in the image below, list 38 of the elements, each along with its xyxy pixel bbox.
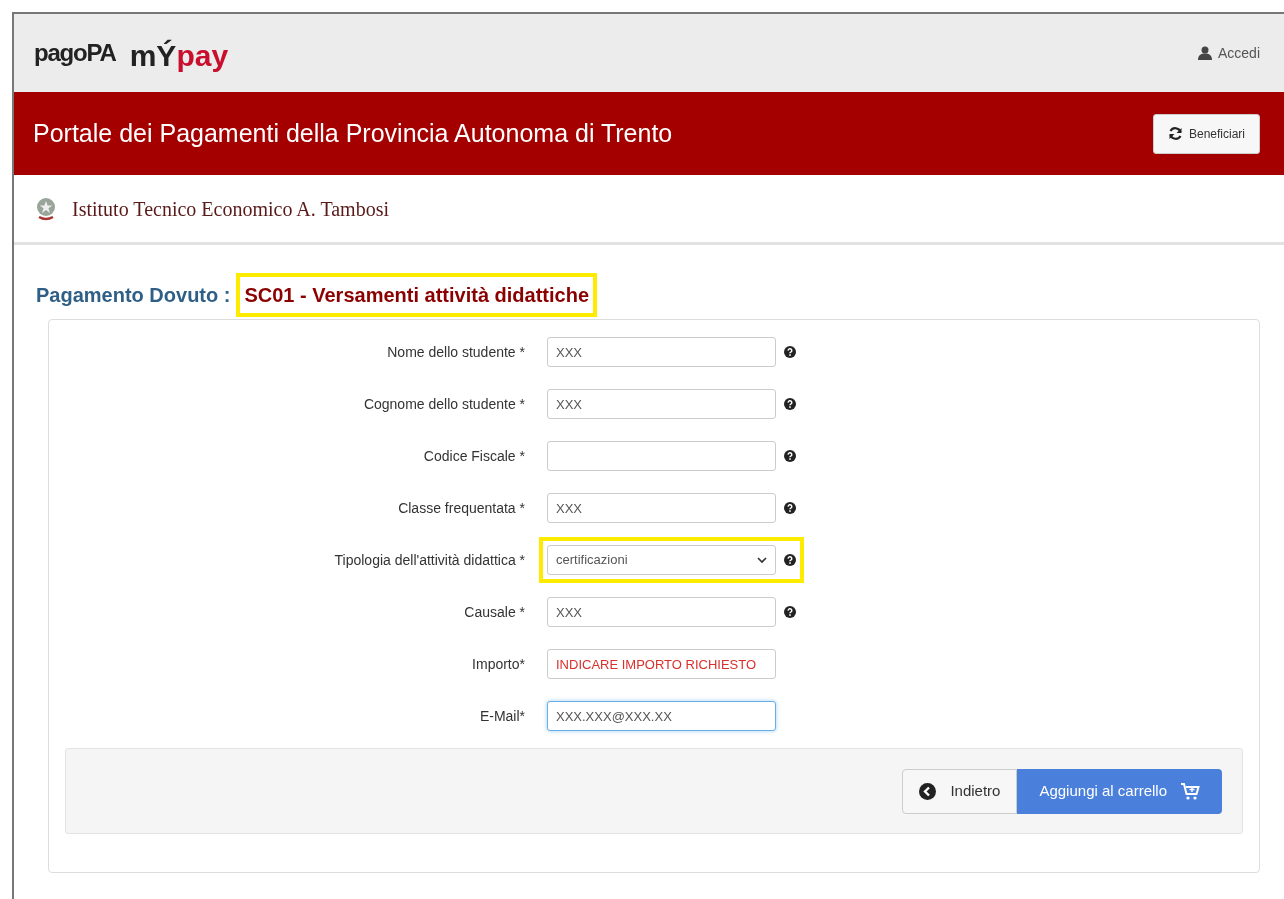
back-button[interactable]: Indietro — [902, 768, 1018, 814]
dropdown-field[interactable]: certificazioni — [547, 545, 776, 575]
field-label: E-Mail* — [478, 706, 526, 726]
refresh-icon — [1167, 127, 1183, 140]
page-title-label: Pagamento Dovuto : — [36, 283, 231, 308]
help-icon[interactable] — [784, 554, 796, 566]
cart-icon — [1181, 782, 1200, 800]
pagopa-logo: pagoPA — [34, 38, 116, 68]
field-label: Causale * — [463, 602, 526, 622]
field-label: Cognome dello studente * — [362, 394, 526, 414]
chevron-down-icon — [757, 556, 767, 564]
field-label: Codice Fiscale * — [422, 446, 526, 466]
input-field[interactable]: XXX — [547, 337, 776, 367]
field-label: Tipologia dell'attività didattica * — [333, 550, 526, 570]
mypay-logo: mÝpay — [129, 41, 229, 71]
payment-title: SC01 - Versamenti attività didattiche — [236, 273, 597, 317]
chevron-left-circle-icon — [919, 782, 937, 800]
beneficiaries-button[interactable]: Beneficiari — [1152, 113, 1260, 154]
input-field[interactable]: XXX — [547, 493, 776, 523]
field-label: Nome dello studente * — [386, 342, 526, 362]
emblem-icon — [36, 195, 56, 222]
help-icon[interactable] — [784, 606, 796, 618]
help-icon[interactable] — [784, 450, 796, 462]
user-icon — [1197, 46, 1212, 60]
institution-name: Istituto Tecnico Economico A. Tambosi — [72, 196, 389, 222]
field-label: Classe frequentata * — [397, 498, 526, 518]
portal-title: Portale dei Pagamenti della Provincia Autonoma di Trento — [33, 117, 673, 149]
field-label: Importo* — [471, 654, 526, 674]
help-icon[interactable] — [784, 502, 796, 514]
help-icon[interactable] — [784, 398, 796, 410]
help-icon[interactable] — [784, 346, 796, 358]
add-to-cart-button[interactable]: Aggiungi al carrello — [1017, 768, 1222, 814]
input-field[interactable]: INDICARE IMPORTO RICHIESTO — [547, 649, 776, 679]
input-field[interactable]: XXX — [547, 389, 776, 419]
input-field[interactable] — [547, 441, 776, 471]
input-field[interactable]: XXX.XXX@XXX.XX — [547, 701, 776, 731]
input-field[interactable]: XXX — [547, 597, 776, 627]
login-link[interactable]: Accedi — [1197, 42, 1264, 64]
